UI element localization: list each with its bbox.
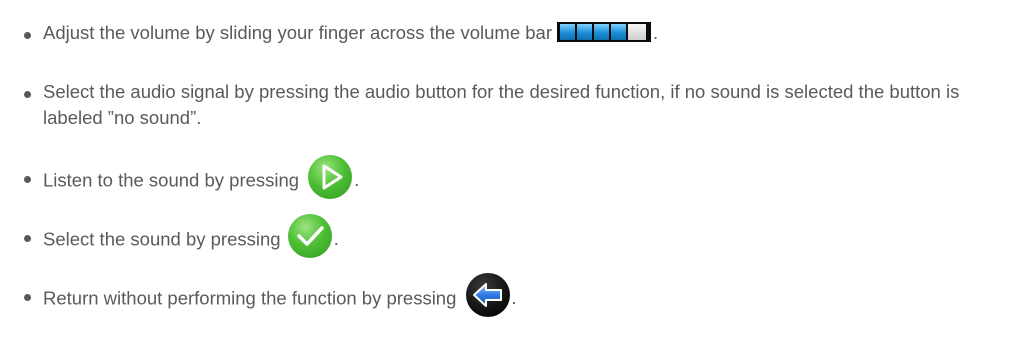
volume-segment-empty (628, 24, 647, 40)
list-item-text: Return without performing the function b… (43, 273, 1003, 317)
list-item-text: Adjust the volume by sliding your finger… (43, 20, 1003, 46)
item-text: Select the sound by pressing (43, 228, 281, 250)
list-item-text: Select the audio signal by pressing the … (43, 81, 960, 128)
item-text-end: . (354, 169, 360, 191)
item-text: Listen to the sound by pressing (43, 169, 300, 191)
bullet-icon (24, 32, 31, 39)
volume-segment (594, 24, 610, 40)
back-arrow-icon (465, 273, 510, 317)
item-text-end: . (333, 228, 339, 250)
volume-segment (611, 24, 627, 40)
volume-bar-icon (557, 22, 652, 42)
volume-segment (560, 24, 576, 40)
instruction-list: Adjust the volume by sliding your finger… (0, 0, 1015, 341)
bullet-icon (24, 176, 31, 183)
item-text: Adjust the volume by sliding your finger… (43, 22, 553, 43)
list-item-text: Select the sound by pressing . (43, 214, 1003, 258)
item-text: Return without performing the function b… (43, 287, 457, 309)
bullet-icon (24, 235, 31, 242)
bullet-icon (24, 91, 31, 98)
item-text-end: . (653, 22, 659, 43)
checkmark-icon (287, 214, 332, 258)
list-item-text: Listen to the sound by pressing . (43, 155, 1003, 199)
volume-segment (577, 24, 593, 40)
play-icon (308, 155, 353, 199)
bullet-icon (24, 294, 31, 301)
item-text-end: . (511, 287, 517, 309)
